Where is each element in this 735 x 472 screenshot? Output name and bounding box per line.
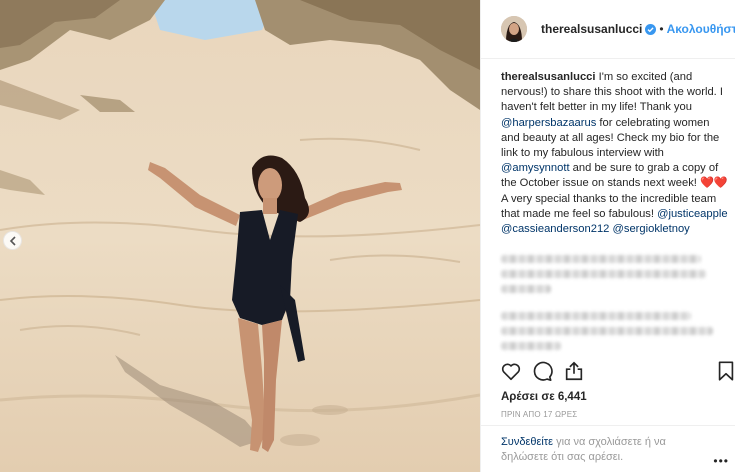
- verified-badge-icon: [645, 23, 657, 35]
- more-options-icon[interactable]: •••: [713, 454, 729, 468]
- post-caption: therealsusanlucci I'm so excited (and ne…: [501, 70, 731, 237]
- post-timestamp: ΠΡΙΝ ΑΠΟ 17 ΩΡΕΣ: [501, 410, 578, 419]
- share-icon[interactable]: [563, 360, 585, 382]
- post-photo[interactable]: [0, 0, 480, 472]
- bookmark-icon[interactable]: [715, 360, 735, 382]
- blurred-comment: [501, 255, 716, 300]
- header-separator: •: [659, 22, 664, 36]
- carousel-prev-button[interactable]: [3, 231, 22, 250]
- blurred-comment: [501, 312, 716, 357]
- avatar[interactable]: [501, 16, 527, 42]
- likes-count[interactable]: Αρέσει σε 6,441: [501, 391, 587, 403]
- mention-link[interactable]: @amysynnott: [501, 162, 570, 174]
- avatar-image: [501, 16, 527, 42]
- header-username[interactable]: therealsusanlucci: [541, 22, 642, 36]
- mention-link[interactable]: @justiceapple: [657, 208, 727, 220]
- mention-link[interactable]: @cassieanderson212: [501, 223, 609, 235]
- post-actions: [481, 356, 735, 386]
- post-sidebar: therealsusanlucci • Ακολουθήστε thereals…: [480, 0, 735, 472]
- comment-icon[interactable]: [531, 360, 553, 382]
- mention-link[interactable]: @sergiokletnoy: [613, 223, 690, 235]
- follow-button[interactable]: Ακολουθήστε: [667, 22, 735, 36]
- mention-link[interactable]: @harpersbazaarus: [501, 117, 596, 129]
- caption-username[interactable]: therealsusanlucci: [501, 71, 596, 83]
- heart-icon[interactable]: [500, 360, 522, 382]
- login-link[interactable]: Συνδεθείτε: [501, 436, 553, 448]
- login-prompt: Συνδεθείτε για να σχολιάσετε ή να δηλώσε…: [481, 425, 735, 472]
- beach-photo-illustration: [0, 0, 480, 472]
- post-header: therealsusanlucci • Ακολουθήστε: [481, 0, 735, 59]
- chevron-left-icon: [9, 235, 16, 246]
